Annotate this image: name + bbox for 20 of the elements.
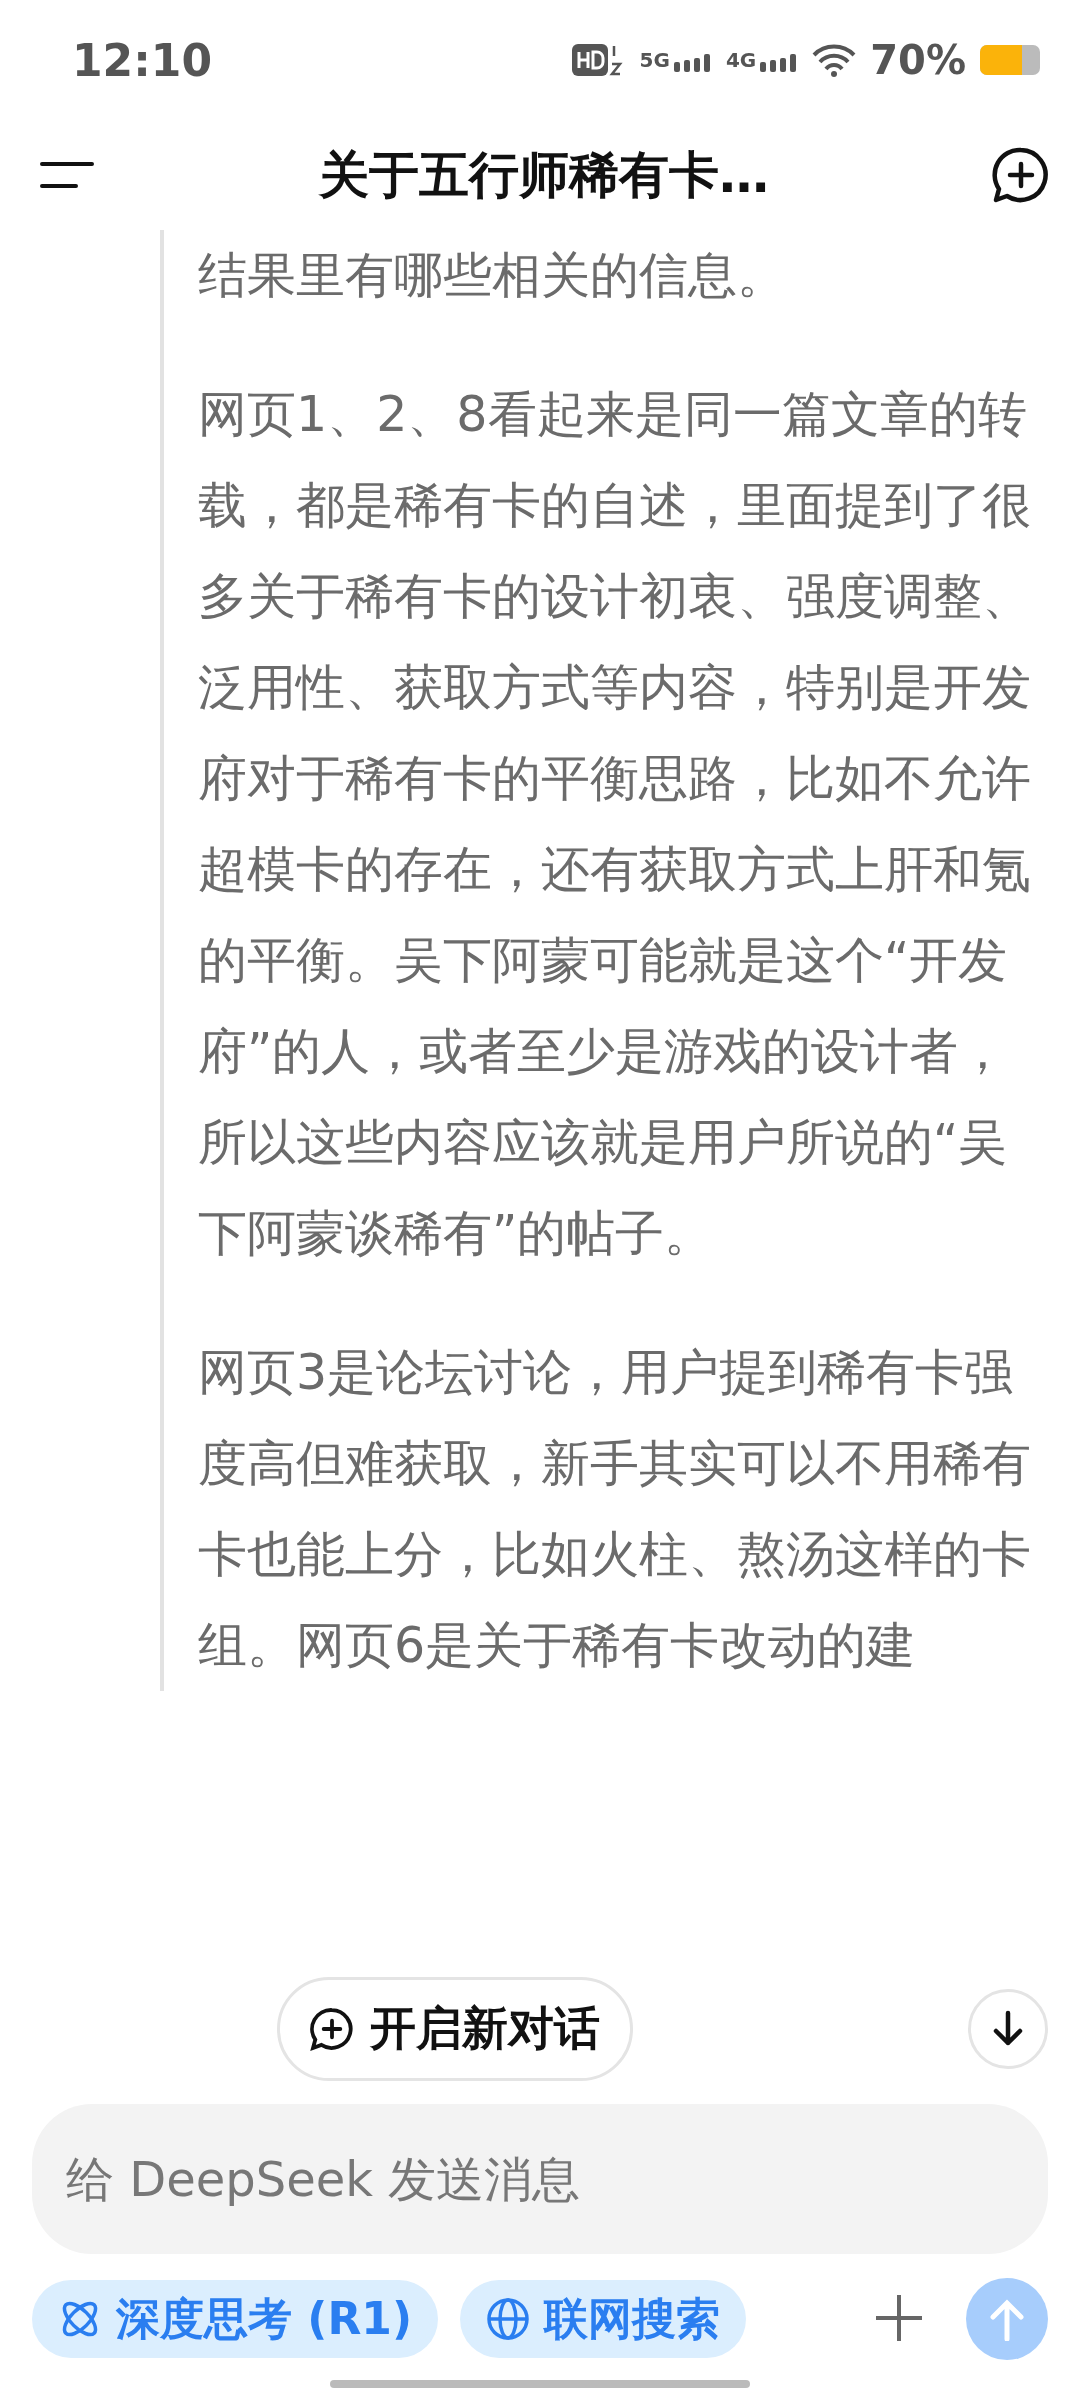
plus-icon (874, 2292, 924, 2343)
wifi-icon (812, 43, 857, 77)
reasoning-paragraph: 网页1、2、8看起来是同一篇文章的转载，都是稀有卡的自述，里面提到了很多关于稀有卡的设计初衷、强度调整、泛用性、获取方式等内容，特别是开发府对于稀有卡的平衡思路，比如不允许超模卡的存在，还有获取方式上肝和氪的平衡。吴下阿蒙可能就是这个“开发府”的人，或者至少是游戏的设计者，所以这些内容应该就是用户所说的“吴下阿蒙谈稀有”的帖子。 (198, 385, 1032, 1264)
network-label: 4G (725, 48, 757, 72)
battery-percent: 70% (870, 37, 966, 83)
new-chat-icon[interactable] (992, 146, 1050, 204)
clock-time: 12:10 (72, 34, 214, 86)
reasoning-paragraph: 网页3是论坛讨论，用户提到稀有卡强度高但难获取，新手其实可以不用稀有卡也能上分，比如火柱、熬汤这样的卡组。网页6是关于稀有卡改动的建 (198, 1343, 1032, 1676)
reasoning-paragraph: 结果里有哪些相关的信息。 (198, 246, 787, 306)
network-label: 5G (639, 48, 670, 72)
deep-think-toggle[interactable]: 深度思考 (R1) (32, 2280, 439, 2358)
message-field[interactable]: 给 DeepSeek 发送消息 (32, 2104, 1048, 2254)
chat-title: 关于五行师稀有卡… (317, 144, 770, 206)
new-chat-button[interactable]: 开启新对话 (277, 1977, 633, 2081)
battery-icon (980, 45, 1040, 75)
new-chat-icon (310, 2007, 354, 2051)
menu-icon[interactable] (40, 160, 96, 190)
globe-icon (486, 2297, 531, 2341)
web-search-toggle[interactable]: 联网搜索 (460, 2280, 747, 2358)
up-arrow-icon (987, 2297, 1027, 2341)
